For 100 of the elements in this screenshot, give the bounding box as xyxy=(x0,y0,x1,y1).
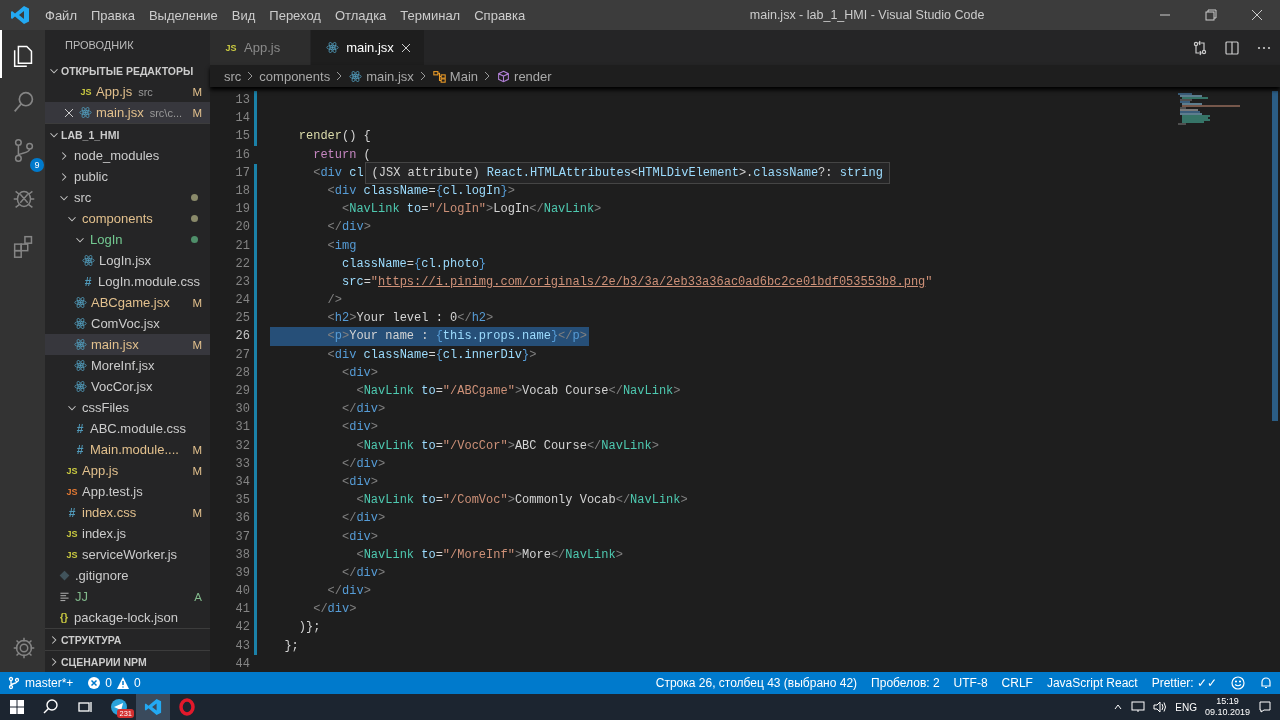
file-item[interactable]: {} package-lock.json xyxy=(45,607,210,628)
status-item[interactable]: Prettier: ✓✓ xyxy=(1144,676,1224,690)
file-item[interactable]: # ABC.module.css xyxy=(45,418,210,439)
file-item[interactable]: JS App.js M xyxy=(45,460,210,481)
file-item[interactable]: LogIn.jsx xyxy=(45,250,210,271)
problems-indicator[interactable]: 0 0 xyxy=(80,676,148,690)
file-item[interactable]: JS index.js xyxy=(45,523,210,544)
code-line: <NavLink to="/MoreInf">More</NavLink> xyxy=(355,546,624,564)
class-icon xyxy=(432,69,446,83)
speaker-icon[interactable] xyxy=(1153,701,1168,713)
branch-indicator[interactable]: master*+ xyxy=(0,676,81,690)
file-item[interactable]: ABCgame.jsx M xyxy=(45,292,210,313)
scm-button[interactable]: 9 xyxy=(0,126,45,174)
editor-tab[interactable]: main.jsx xyxy=(311,30,425,65)
breadcrumb[interactable]: render xyxy=(514,68,552,84)
open-editor-item[interactable]: main.jsx src\c... M xyxy=(45,102,210,123)
line-number: 32 xyxy=(234,437,251,455)
split-editor-icon[interactable] xyxy=(1224,39,1240,56)
close-icon[interactable] xyxy=(63,106,75,119)
breadcrumb[interactable]: main.jsx xyxy=(366,68,414,84)
file-item[interactable]: # Main.module.... M xyxy=(45,439,210,460)
status-item[interactable]: CRLF xyxy=(994,676,1040,690)
code-line: <NavLink to="/ComVoc">Commonly Vocab</NavLink> xyxy=(355,492,689,510)
atom-icon xyxy=(326,41,340,54)
compare-icon[interactable] xyxy=(1192,39,1208,56)
code-line: </div> xyxy=(341,510,387,528)
file-item[interactable]: JS serviceWorker.js xyxy=(45,544,210,565)
hover-tooltip: (JSX attribute) React.HTMLAttributes<HTMLDivElement>.className?: string xyxy=(364,162,890,184)
menu-item[interactable]: Файл xyxy=(38,7,84,23)
line-number: 20 xyxy=(234,219,251,237)
code-line: </div> xyxy=(326,583,372,601)
line-number: 41 xyxy=(234,601,251,619)
editor-logo-icon[interactable] xyxy=(144,698,162,716)
line-number: 42 xyxy=(234,619,251,637)
line-number: 33 xyxy=(234,455,251,473)
file-item[interactable]: # LogIn.module.css xyxy=(45,271,210,292)
bell-icon[interactable] xyxy=(1259,676,1273,690)
line-number: 44 xyxy=(234,655,251,672)
line-number: 28 xyxy=(234,364,251,382)
line-number: 40 xyxy=(234,583,251,601)
breadcrumb[interactable]: src xyxy=(224,68,242,84)
file-item[interactable]: MoreInf.jsx xyxy=(45,355,210,376)
status-item[interactable]: Строка 26, столбец 43 (выбрано 42) xyxy=(648,676,865,690)
menu-item[interactable]: Терминал xyxy=(393,7,468,23)
editor-tab[interactable]: JS App.js xyxy=(210,30,312,65)
folder-item[interactable]: LogIn xyxy=(45,229,210,250)
file-item[interactable]: ComVoc.jsx xyxy=(45,313,210,334)
folder-item[interactable]: public xyxy=(45,166,210,187)
file-item[interactable]: JJ A xyxy=(45,586,210,607)
line-number: 37 xyxy=(234,528,251,546)
line-number: 17 xyxy=(234,164,251,182)
file-item[interactable]: main.jsx M xyxy=(45,334,210,355)
code-line: )}; xyxy=(297,619,322,637)
status-item[interactable]: UTF-8 xyxy=(946,676,995,690)
menu-item[interactable]: Справка xyxy=(467,7,533,23)
line-number: 22 xyxy=(234,255,251,273)
breadcrumb[interactable]: components xyxy=(259,68,331,84)
language-indicator[interactable]: ENG xyxy=(1175,701,1197,713)
line-number: 13 xyxy=(234,92,251,109)
code-line: <div> xyxy=(341,473,380,491)
menu-item[interactable]: Выделение xyxy=(141,7,225,23)
network-icon[interactable] xyxy=(1131,701,1146,713)
line-number: 19 xyxy=(234,201,251,219)
atom-icon xyxy=(349,69,363,83)
folder-item[interactable]: components xyxy=(45,208,210,229)
menu-item[interactable]: Правка xyxy=(83,7,142,23)
file-item[interactable]: JS App.test.js xyxy=(45,481,210,502)
notification-icon[interactable] xyxy=(1258,700,1272,714)
close-icon[interactable] xyxy=(399,41,412,54)
windows-logo-icon[interactable] xyxy=(8,698,26,716)
taskbar-app[interactable] xyxy=(136,694,170,720)
code-line: <NavLink to="/LogIn">LogIn</NavLink> xyxy=(341,201,603,219)
menu-item[interactable]: Переход xyxy=(262,7,328,23)
ring-icon[interactable] xyxy=(178,698,196,716)
file-item[interactable]: VocCor.jsx xyxy=(45,376,210,397)
atom-icon xyxy=(74,338,87,351)
status-item[interactable]: JavaScript React xyxy=(1039,676,1145,690)
restore-icon[interactable] xyxy=(1205,9,1217,21)
smiley-icon[interactable] xyxy=(1231,676,1245,690)
code-line: <h2>Your level : 0</h2> xyxy=(326,310,495,328)
menu-item[interactable]: Вид xyxy=(224,7,263,23)
file-item[interactable]: # index.css M xyxy=(45,502,210,523)
breadcrumb[interactable]: Main xyxy=(449,68,479,84)
section-header[interactable]: ОТКРЫТЫЕ РЕДАКТОРЫ xyxy=(45,60,210,81)
search-icon[interactable] xyxy=(42,698,60,716)
folder-item[interactable]: src xyxy=(45,187,210,208)
menu-item[interactable]: Отладка xyxy=(327,7,394,23)
file-item[interactable]: .gitignore xyxy=(45,565,210,586)
folder-item[interactable]: cssFiles xyxy=(45,397,210,418)
git-status: A xyxy=(194,590,202,603)
code-line: <div cl xyxy=(312,164,365,182)
open-editor-item[interactable]: JS App.js src M xyxy=(45,81,210,102)
close-icon[interactable] xyxy=(1251,9,1263,21)
chevron-icon[interactable] xyxy=(1113,702,1124,712)
folder-item[interactable]: node_modules xyxy=(45,145,210,166)
hash-icon: # xyxy=(73,421,87,436)
scrollbar-thumb[interactable] xyxy=(1272,91,1278,421)
status-item[interactable]: Пробелов: 2 xyxy=(864,676,947,690)
atom-icon xyxy=(74,317,87,330)
clock[interactable]: 15:19 09.10.2019 xyxy=(1204,696,1250,718)
